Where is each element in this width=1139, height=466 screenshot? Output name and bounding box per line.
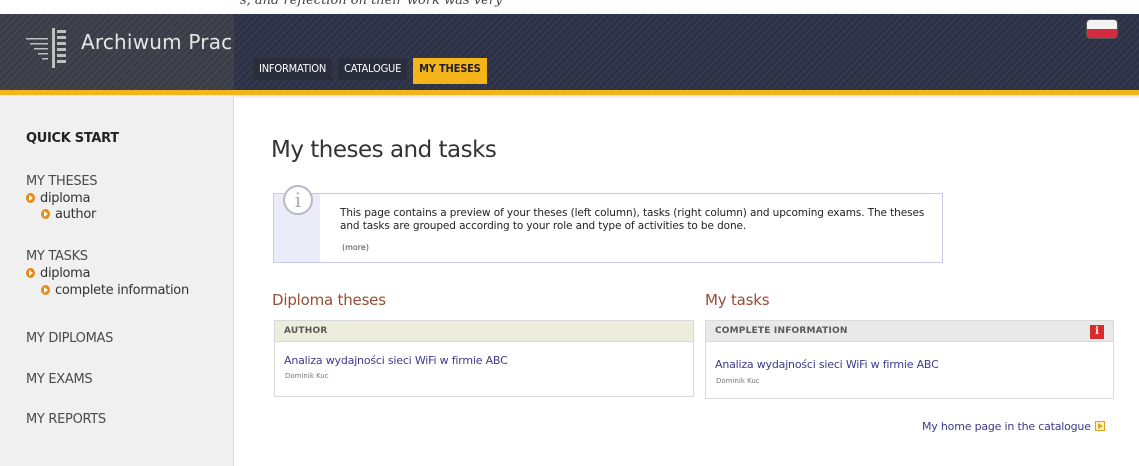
- bullet-arrow-icon: [41, 209, 50, 219]
- task-title-link[interactable]: Analiza wydajności sieci WiFi w firmie A…: [715, 358, 939, 371]
- sidebar-my-diplomas[interactable]: MY DIPLOMAS: [26, 331, 113, 346]
- bullet-arrow-icon: [26, 268, 35, 278]
- task-person: Dominik Kuc: [716, 377, 760, 385]
- thesis-title-link[interactable]: Analiza wydajności sieci WiFi w firmie A…: [284, 354, 508, 367]
- info-text: This page contains a preview of your the…: [340, 207, 925, 232]
- page-title: My theses and tasks: [271, 137, 497, 163]
- cropped-top-strip: s, and reflection on their work was very: [0, 0, 1139, 14]
- sidebar-my-tasks[interactable]: MY TASKS: [26, 249, 88, 264]
- home-page-link-label: My home page in the catalogue: [922, 420, 1091, 433]
- arrow-right-box-icon: [1094, 421, 1105, 431]
- sidebar-item-label: complete information: [55, 283, 189, 298]
- app-title: Archiwum Prac: [81, 30, 233, 54]
- sidebar-item-tasks-diploma[interactable]: diploma: [26, 266, 91, 281]
- bullet-arrow-icon: [41, 285, 50, 295]
- home-page-link[interactable]: My home page in the catalogue: [922, 420, 1105, 433]
- tasks-card: COMPLETE INFORMATION i Analiza wydajnośc…: [705, 320, 1114, 399]
- sidebar-item-theses-diploma[interactable]: diploma: [26, 191, 91, 206]
- cropped-text: s, and reflection on their work was very: [240, 0, 503, 8]
- alert-info-icon[interactable]: i: [1090, 325, 1104, 339]
- sidebar-my-theses[interactable]: MY THESES: [26, 174, 98, 189]
- card-header-author: AUTHOR: [275, 321, 693, 342]
- sidebar-item-label: author: [55, 207, 97, 222]
- theses-card: AUTHOR Analiza wydajności sieci WiFi w f…: [274, 320, 694, 397]
- my-tasks-heading: My tasks: [705, 291, 770, 309]
- tab-information[interactable]: INFORMATION: [253, 58, 333, 80]
- tab-catalogue[interactable]: CATALOGUE: [338, 58, 408, 80]
- sidebar-my-exams[interactable]: MY EXAMS: [26, 372, 93, 387]
- diploma-theses-heading: Diploma theses: [272, 291, 386, 309]
- info-box: i This page contains a preview of your t…: [273, 185, 943, 263]
- flag-pl-icon[interactable]: [1087, 20, 1117, 38]
- header: Archiwum Prac INFORMATION CATALOGUE MY T…: [0, 14, 1139, 90]
- main-nav: INFORMATION CATALOGUE MY THESES: [253, 58, 493, 84]
- sidebar-item-label: diploma: [40, 266, 91, 281]
- archive-logo-icon: [26, 28, 66, 68]
- sidebar-my-reports[interactable]: MY REPORTS: [26, 412, 106, 427]
- logo-area[interactable]: Archiwum Prac: [0, 14, 234, 90]
- thesis-author: Dominik Kuc: [285, 372, 329, 380]
- info-icon: i: [283, 185, 313, 215]
- header-shadow: [235, 95, 1139, 99]
- card-header-complete-information: COMPLETE INFORMATION: [706, 321, 1113, 342]
- more-link[interactable]: (more): [342, 243, 369, 252]
- sidebar-quick-start[interactable]: QUICK START: [26, 131, 119, 146]
- bullet-arrow-icon: [26, 193, 35, 203]
- sidebar-item-tasks-complete-information[interactable]: complete information: [41, 283, 189, 298]
- tab-my-theses[interactable]: MY THESES: [413, 58, 487, 84]
- sidebar: QUICK START MY THESES diploma author MY …: [0, 95, 234, 466]
- sidebar-item-theses-author[interactable]: author: [41, 207, 96, 222]
- sidebar-item-label: diploma: [40, 191, 91, 206]
